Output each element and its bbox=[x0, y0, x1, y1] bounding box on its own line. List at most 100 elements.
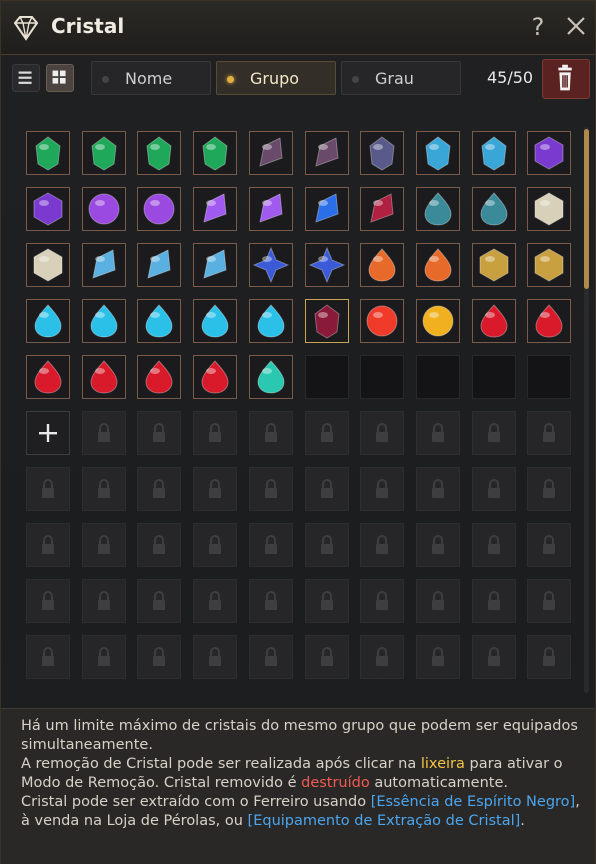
locked-slot bbox=[416, 635, 460, 679]
crystal-slot-red-gem[interactable] bbox=[527, 299, 571, 343]
crystal-slot-red-gem[interactable] bbox=[137, 355, 181, 399]
crystal-shape bbox=[146, 136, 172, 171]
grid-icon bbox=[52, 70, 66, 84]
crystal-highlight bbox=[95, 144, 105, 150]
crystal-slot-teal-drop[interactable] bbox=[416, 187, 460, 231]
crystal-slot-violet-orb[interactable] bbox=[82, 187, 126, 231]
locked-slot bbox=[360, 635, 404, 679]
locked-slot bbox=[527, 579, 571, 623]
crystal-slot-blue-star[interactable] bbox=[249, 243, 293, 287]
crystal-slot-green-gem[interactable] bbox=[26, 131, 70, 175]
crystal-slot-green-gem[interactable] bbox=[193, 131, 237, 175]
lock-icon bbox=[543, 647, 555, 666]
tab-grau[interactable]: Grau bbox=[341, 61, 461, 95]
crystal-shape bbox=[535, 304, 563, 338]
grid-view-button[interactable] bbox=[46, 64, 74, 92]
crystal-slot-dark-shard[interactable] bbox=[249, 131, 293, 175]
crystal-slot-violet-crystal[interactable] bbox=[249, 187, 293, 231]
crystal-slot-cyan-drop[interactable] bbox=[249, 299, 293, 343]
trash-button[interactable] bbox=[542, 59, 590, 99]
lock-icon bbox=[209, 479, 221, 498]
crystal-slot-red-gem[interactable] bbox=[82, 355, 126, 399]
crystal-slot-gold-rune[interactable] bbox=[527, 243, 571, 287]
crystal-slot-silver-hex[interactable] bbox=[26, 243, 70, 287]
empty-slot[interactable] bbox=[416, 355, 460, 399]
tab-nome[interactable]: Nome bbox=[91, 61, 211, 95]
crystal-slot-red-gem[interactable] bbox=[26, 355, 70, 399]
plus-icon bbox=[39, 424, 57, 442]
lock-icon bbox=[376, 647, 388, 666]
trash-keyword: lixeira bbox=[420, 756, 465, 772]
crystal-slot-cyan-drop[interactable] bbox=[26, 299, 70, 343]
crystal-shape bbox=[534, 192, 564, 226]
tab-label: Grupo bbox=[250, 69, 300, 88]
crystal-slot-crimson-shard[interactable] bbox=[360, 187, 404, 231]
scrollbar-thumb[interactable] bbox=[584, 129, 589, 289]
locked-slot bbox=[472, 579, 516, 623]
lock-icon bbox=[153, 423, 165, 442]
crystal-slot-dark-shard[interactable] bbox=[305, 131, 349, 175]
list-view-button[interactable] bbox=[12, 64, 40, 92]
crystal-slot-violet-hex[interactable] bbox=[26, 187, 70, 231]
empty-slot[interactable] bbox=[305, 355, 349, 399]
crystal-slot-violet-crystal[interactable] bbox=[193, 187, 237, 231]
crystal-highlight bbox=[485, 312, 495, 318]
crystal-slot-green-gem[interactable] bbox=[137, 131, 181, 175]
silver-hex-icon bbox=[33, 248, 63, 282]
crystal-slot-blue-star[interactable] bbox=[305, 243, 349, 287]
crystal-shape bbox=[203, 193, 227, 223]
empty-slot[interactable] bbox=[360, 355, 404, 399]
empty-slot[interactable] bbox=[527, 355, 571, 399]
crystal-slot-ruby-chunk[interactable] bbox=[305, 299, 349, 343]
radio-dot bbox=[102, 76, 109, 83]
crystal-slot-blue-green-gem[interactable] bbox=[472, 131, 516, 175]
crystal-slot-blue-flame-shard[interactable] bbox=[305, 187, 349, 231]
gold-rune-icon bbox=[479, 248, 509, 282]
blue-star-icon bbox=[308, 246, 346, 284]
crystal-highlight bbox=[206, 368, 216, 374]
locked-slot bbox=[527, 411, 571, 455]
crystal-slot-teal-gem[interactable] bbox=[249, 355, 293, 399]
help-button[interactable]: ? bbox=[528, 13, 548, 41]
crystal-slot-dark-stone[interactable] bbox=[360, 131, 404, 175]
crystal-slot-ice-shard[interactable] bbox=[193, 243, 237, 287]
crystal-slot-silver-hex[interactable] bbox=[527, 187, 571, 231]
lock-icon bbox=[42, 479, 54, 498]
crystal-highlight bbox=[373, 256, 383, 262]
crystal-slot-violet-orb[interactable] bbox=[137, 187, 181, 231]
close-icon[interactable] bbox=[563, 13, 589, 39]
locked-slot bbox=[360, 523, 404, 567]
crystal-slot-red-gem[interactable] bbox=[472, 299, 516, 343]
empty-slot[interactable] bbox=[472, 355, 516, 399]
tab-grupo[interactable]: Grupo bbox=[216, 61, 336, 95]
lock-icon bbox=[321, 647, 333, 666]
crystal-slot-amber-drop[interactable] bbox=[360, 243, 404, 287]
crystal-slot-blue-green-gem[interactable] bbox=[416, 131, 460, 175]
locked-slot bbox=[305, 635, 349, 679]
crystal-slot-green-gem[interactable] bbox=[82, 131, 126, 175]
crystal-highlight bbox=[318, 256, 328, 262]
crystal-slot-gold-orb[interactable] bbox=[416, 299, 460, 343]
crystal-slot-violet-hex[interactable] bbox=[527, 131, 571, 175]
crystal-slot-ice-shard[interactable] bbox=[137, 243, 181, 287]
crystal-slot-ice-shard[interactable] bbox=[82, 243, 126, 287]
extraction-item-link[interactable]: [Equipamento de Extração de Cristal] bbox=[248, 813, 521, 829]
crystal-slot-amber-drop[interactable] bbox=[416, 243, 460, 287]
lock-icon bbox=[321, 535, 333, 554]
lock-icon bbox=[488, 647, 500, 666]
crystal-grid bbox=[11, 119, 581, 709]
crystal-shape bbox=[147, 249, 171, 279]
essence-item-link[interactable]: [Essência de Espírito Negro] bbox=[371, 794, 576, 810]
crystal-slot-red-gem[interactable] bbox=[193, 355, 237, 399]
crystal-slot-gold-rune[interactable] bbox=[472, 243, 516, 287]
crystal-shape bbox=[259, 193, 283, 223]
crystal-slot-cyan-drop[interactable] bbox=[137, 299, 181, 343]
crystal-slot-cyan-drop[interactable] bbox=[193, 299, 237, 343]
crystal-slot-red-orb[interactable] bbox=[360, 299, 404, 343]
add-slot-button[interactable] bbox=[26, 411, 70, 455]
crystal-highlight bbox=[39, 256, 49, 262]
crystal-slot-cyan-drop[interactable] bbox=[82, 299, 126, 343]
lock-icon bbox=[265, 647, 277, 666]
locked-slot bbox=[249, 467, 293, 511]
crystal-slot-teal-drop[interactable] bbox=[472, 187, 516, 231]
